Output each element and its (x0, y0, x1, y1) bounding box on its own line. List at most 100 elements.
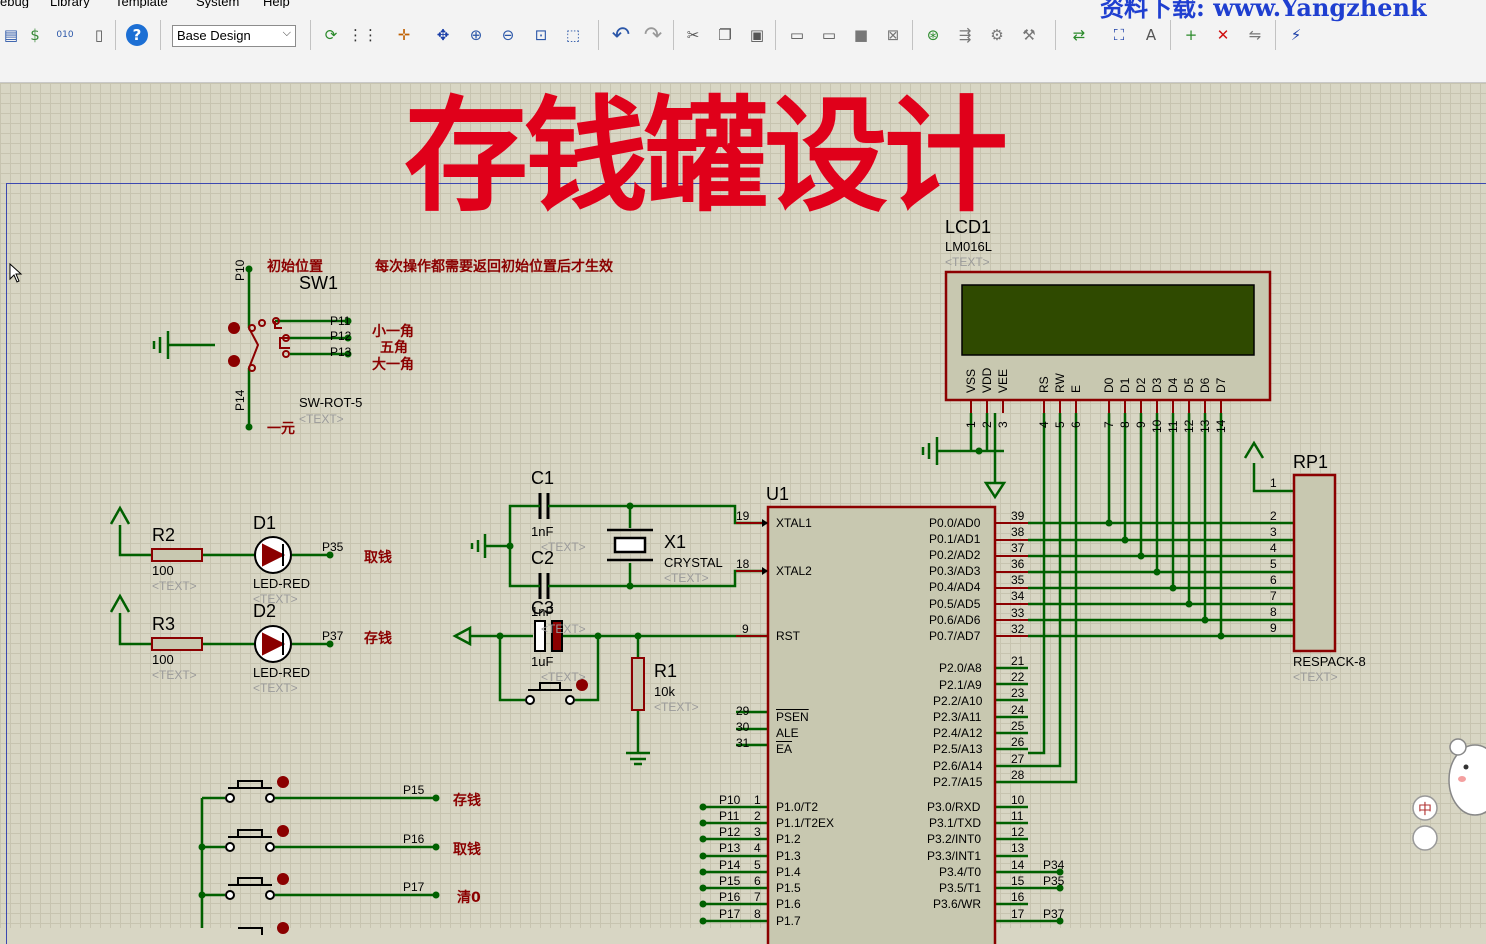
decompose-icon[interactable]: ⚒ (1018, 23, 1040, 47)
u1-p3-4-num: 14 (1011, 858, 1025, 872)
u1-p1-5-net: P15 (719, 874, 741, 888)
button-3-net: P17 (403, 880, 425, 894)
search-icon[interactable]: ⛶ (1108, 23, 1130, 47)
u1-pin-num-19: 19 (736, 509, 750, 523)
u1-p0-5-num: 34 (1011, 589, 1025, 603)
lcd-pin-d2: D2 (1134, 377, 1148, 393)
u1-p3-3-label: P3.3/INT1 (927, 849, 982, 863)
u1-p0-2-label: P0.2/AD2 (929, 548, 981, 562)
u1-p2-0-label: P2.0/A8 (939, 661, 982, 675)
undo-icon[interactable]: ↶ (610, 23, 632, 48)
lcd-pin-d0: D0 (1102, 377, 1116, 393)
design-select[interactable]: Base Design ⌵ (172, 25, 296, 47)
grid-icon[interactable]: ⋮⋮ (348, 23, 378, 47)
u1-pin-num-9: 9 (742, 622, 749, 636)
u1-p1-7-num: 8 (754, 907, 761, 921)
u1-pin-num-30: 30 (736, 720, 750, 734)
rp1-num-9: 9 (1270, 621, 1277, 635)
d2-text: <TEXT> (253, 681, 298, 695)
property-tool-icon[interactable]: A (1140, 23, 1162, 47)
u1-p1-0-label: P1.0/T2 (776, 800, 819, 814)
block-copy-icon[interactable]: ▭ (786, 23, 808, 47)
u1-p0-0-label: P0.0/AD0 (929, 516, 981, 530)
copy-icon[interactable]: ❐ (714, 23, 736, 47)
wire-autorouter-icon[interactable]: ⇄ (1068, 23, 1090, 47)
sheet-nav-icon[interactable]: ⇋ (1244, 23, 1266, 47)
packaging-icon[interactable]: ⚙ (986, 23, 1008, 47)
origin-icon[interactable]: ✛ (393, 23, 415, 47)
button-2-label: 取钱 (453, 842, 481, 858)
new-sheet-icon[interactable]: ▤ (0, 23, 22, 47)
u1-p1-1-net: P11 (719, 809, 740, 823)
u1-pin-num-29: 29 (736, 704, 750, 718)
u1-p1-5-num: 6 (754, 874, 761, 888)
net-p37: P37 (1043, 907, 1065, 921)
zoom-area-icon[interactable]: ⬚ (562, 23, 584, 47)
u1-p3-0-num: 10 (1011, 793, 1025, 807)
x1-text: <TEXT> (664, 571, 709, 585)
remove-sheet-icon[interactable]: ✕ (1212, 23, 1234, 47)
u1-p2-3-label: P2.3/A11 (933, 710, 982, 724)
u1-p1-0-num: 1 (754, 793, 761, 807)
refresh-icon[interactable]: ⟳ (320, 23, 342, 47)
u1-p0-1-label: P0.1/AD1 (929, 532, 981, 546)
r3-text: <TEXT> (152, 668, 197, 682)
help-icon[interactable]: ? (126, 24, 148, 46)
report-icon[interactable]: ▯ (88, 23, 110, 47)
lcd-num-8: 8 (1118, 421, 1132, 428)
lcd-pin-d4: D4 (1166, 377, 1180, 393)
button-1-label: 存钱 (453, 793, 481, 809)
r2-value: 100 (152, 563, 174, 578)
u1-p0-7-label: P0.7/AD7 (929, 629, 981, 643)
bill-of-materials-icon[interactable]: $ (24, 23, 46, 47)
mouse-cursor-icon (9, 262, 23, 283)
u1-p2-6-num: 27 (1011, 752, 1025, 766)
netlist-icon[interactable]: ⚡ (1285, 23, 1307, 47)
r1-value: 10k (654, 684, 675, 699)
u1-p2-7-label: P2.7/A15 (933, 775, 983, 789)
lcd-pin-rw: RW (1053, 373, 1067, 393)
cut-icon[interactable]: ✂ (682, 23, 704, 47)
rp1-num-3: 3 (1270, 525, 1277, 539)
chevron-down-icon: ⌵ (282, 27, 291, 39)
zoom-all-icon[interactable]: ⊡ (530, 23, 552, 47)
c2-text: <TEXT> (541, 622, 586, 636)
lcd-pin-rs: RS (1037, 376, 1051, 393)
u1-p3-1-label: P3.1/TXD (929, 816, 982, 830)
block-move-icon[interactable]: ▭ (818, 23, 840, 47)
rp1-value: RESPACK-8 (1293, 654, 1366, 669)
d1-label: 取钱 (364, 550, 392, 566)
u1-p1-1-label: P1.1/T2EX (776, 816, 835, 830)
d1-value: LED-RED (253, 576, 311, 591)
pick-parts-icon[interactable]: ⊛ (922, 23, 944, 47)
make-device-icon[interactable]: ⇶ (954, 23, 976, 47)
u1-p3-1-num: 11 (1011, 809, 1024, 823)
block-delete-icon[interactable]: ⊠ (882, 23, 904, 47)
u1-p1-4-net: P14 (719, 858, 741, 872)
ime-language-toggle[interactable]: 中 (1418, 799, 1432, 819)
rp1-num-1: 1 (1270, 476, 1277, 490)
zoom-in-icon[interactable]: ⊕ (465, 23, 487, 47)
button-2-net: P16 (403, 832, 425, 846)
u1-p1-7-net: P17 (719, 907, 741, 921)
block-rotate-icon[interactable]: ■ (850, 23, 872, 47)
paste-icon[interactable]: ▣ (746, 23, 768, 47)
u1-p3-4-label: P3.4/T0 (939, 865, 982, 879)
u1-p0-0-num: 39 (1011, 509, 1025, 523)
redo-icon[interactable]: ↷ (642, 23, 664, 48)
sw1-pin-p14: P14 (233, 389, 247, 411)
binary-icon[interactable]: 010 (54, 23, 76, 47)
zoom-out-icon[interactable]: ⊖ (497, 23, 519, 47)
lcd-num-4: 4 (1037, 421, 1051, 428)
watermark: 资料下载: www.Yangzhenk (1100, 0, 1427, 22)
rp1-ref: RP1 (1293, 452, 1329, 472)
lcd-num-13: 13 (1198, 419, 1212, 433)
pan-icon[interactable]: ✥ (432, 23, 454, 47)
u1-p0-7-num: 32 (1011, 622, 1025, 636)
rp1-num-4: 4 (1270, 541, 1277, 555)
u1-p3-6-label: P3.6/WR (933, 897, 982, 911)
schematic-canvas[interactable]: 存钱罐设计 P10 初始位置 每次操作都需要返回初始位置后才生效 SW1 P11… (0, 83, 1486, 944)
u1-p0-4-label: P0.4/AD4 (929, 580, 981, 594)
button-3-label: 清0 (457, 890, 481, 906)
new-sheet-add-icon[interactable]: + (1180, 23, 1202, 47)
